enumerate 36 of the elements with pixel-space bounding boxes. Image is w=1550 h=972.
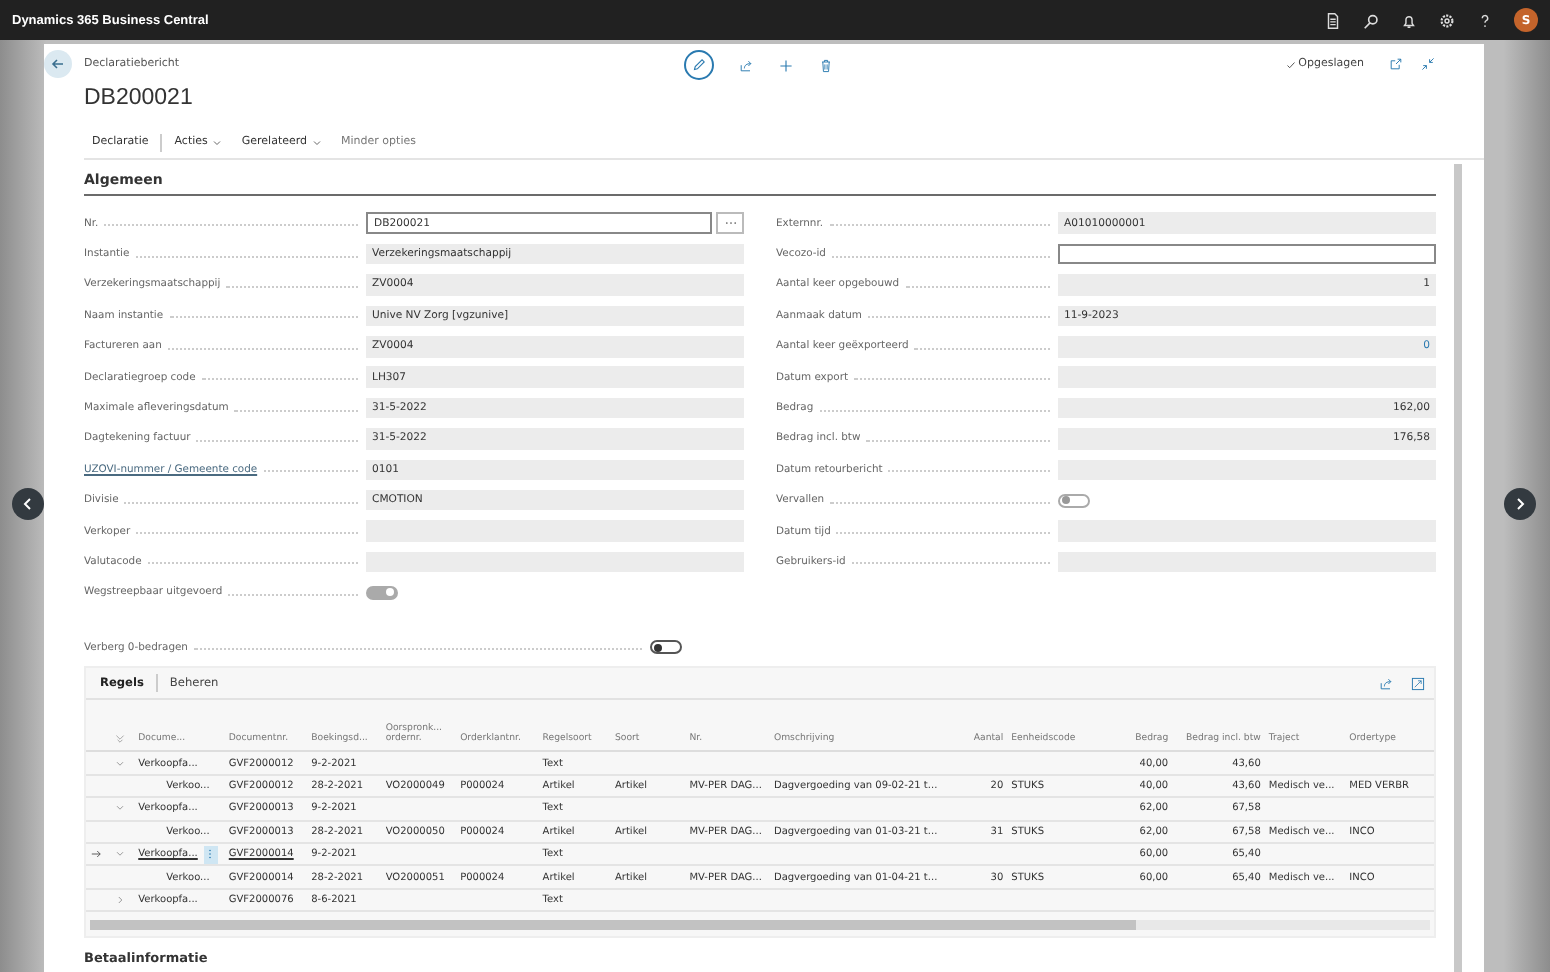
- plus-icon[interactable]: [778, 57, 794, 73]
- document-icon[interactable]: [1324, 11, 1342, 29]
- open-in-new-window-icon[interactable]: [1388, 56, 1404, 72]
- horizontal-scrollbar[interactable]: [90, 920, 1430, 931]
- checkmark-icon: [1286, 59, 1297, 69]
- collapse-icon[interactable]: [1420, 56, 1436, 72]
- record-title: DB200021: [84, 86, 195, 110]
- toggle-switch[interactable]: [650, 640, 682, 655]
- previous-record-button[interactable]: [12, 488, 44, 520]
- select-all-icon[interactable]: [114, 732, 127, 745]
- chevron-down-icon[interactable]: [114, 848, 127, 861]
- text-field[interactable]: [1058, 243, 1436, 265]
- share-icon[interactable]: [1378, 675, 1394, 692]
- toggle-switch[interactable]: [1058, 493, 1090, 508]
- caret-icon: [311, 137, 322, 147]
- caret-icon: [211, 137, 222, 147]
- chevron-right-icon[interactable]: [114, 894, 127, 906]
- expand-icon[interactable]: [1410, 675, 1426, 692]
- share-icon[interactable]: [738, 57, 754, 73]
- row-menu-button[interactable]: [203, 845, 218, 864]
- vertical-scrollbar[interactable]: [1454, 164, 1462, 972]
- help-icon[interactable]: [1476, 11, 1494, 29]
- pencil-icon: [690, 56, 708, 74]
- back-button[interactable]: [44, 50, 72, 78]
- settings-icon[interactable]: [1438, 11, 1456, 29]
- arrow-right-icon: [90, 848, 102, 861]
- edit-button[interactable]: [684, 50, 714, 80]
- search-icon[interactable]: [1362, 11, 1380, 29]
- next-record-button[interactable]: [1504, 488, 1536, 520]
- chevron-down-icon[interactable]: [114, 802, 127, 815]
- arrow-left-icon: [48, 54, 68, 74]
- trash-icon[interactable]: [818, 57, 834, 73]
- toggle-switch[interactable]: [366, 585, 398, 600]
- more-options-button[interactable]: [716, 212, 744, 234]
- bell-icon[interactable]: [1400, 11, 1418, 29]
- chevron-down-icon[interactable]: [114, 757, 127, 770]
